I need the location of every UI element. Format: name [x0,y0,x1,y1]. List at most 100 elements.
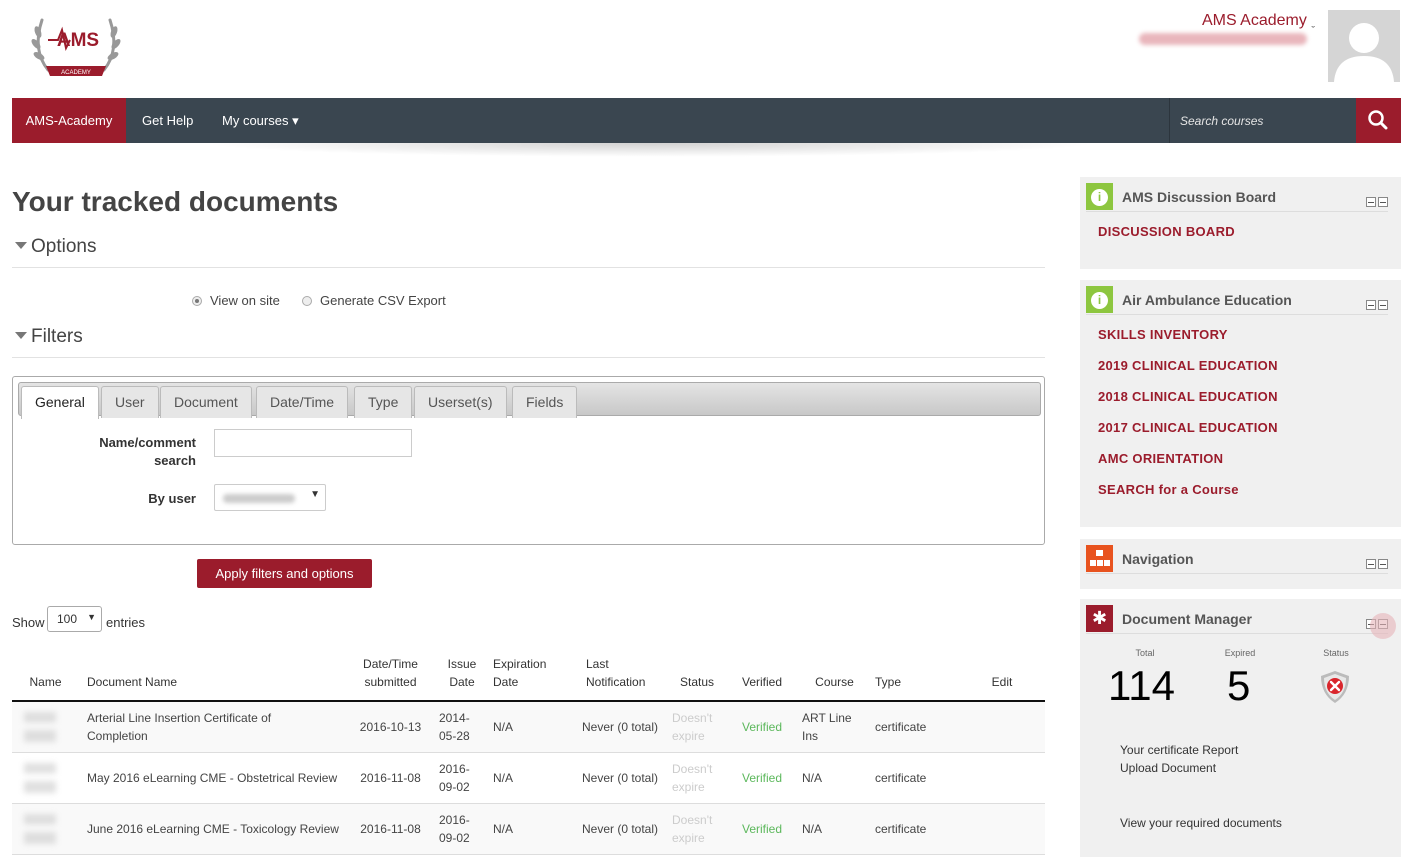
col-submitted-l1: Date/Time [363,657,418,671]
link-search-for-course[interactable]: SEARCH for a Course [1098,482,1239,497]
cell-document-name[interactable]: Arterial Line Insertion Certificate of Co… [79,701,346,753]
col-submitted[interactable]: Date/Time submitted [346,650,435,702]
col-document-name[interactable]: Document Name [79,650,346,702]
by-user-label: By user [148,491,196,506]
col-course[interactable]: Course [798,650,871,702]
tab-user[interactable]: User [101,386,159,418]
minimize-icon[interactable] [1366,300,1376,310]
options-section-toggle[interactable]: Options [12,236,1045,268]
col-issue-date[interactable]: Issue Date [435,650,489,702]
site-name: AMS Academy [1201,12,1307,29]
col-status[interactable]: Status [668,650,726,702]
block-title: Air Ambulance Education [1122,292,1292,308]
selected-user-redacted [223,494,295,503]
col-last-notification[interactable]: Last Notification [572,650,668,702]
radio-button-checked[interactable] [192,296,202,306]
site-name-menu[interactable]: AMS Academy ˬ [1202,12,1315,30]
tab-date-time[interactable]: Date/Time [256,386,349,418]
cell-edit[interactable] [959,752,1045,804]
cell-edit[interactable] [959,701,1045,753]
block-document-manager: ✱ Document Manager Total 114 Expired 5 S… [1080,599,1401,857]
link-required-documents[interactable]: View your required documents [1120,816,1282,830]
by-user-select[interactable]: ▼ [214,484,326,511]
user-avatar[interactable] [1328,10,1400,82]
total-label: Total [1135,648,1155,658]
sitemap-icon [1086,545,1113,572]
col-notif-l2: Notification [586,675,646,689]
nav-brand-link[interactable]: AMS-Academy [12,98,126,143]
select-arrow-icon: ▼ [310,489,320,500]
col-issue-l1: Issue [447,657,477,671]
block-discussion-board: i AMS Discussion Board DISCUSSION BOARD [1080,177,1401,269]
cell-submitted: 2016-10-13 [346,701,435,753]
cell-course: ART Line Ins [798,701,871,753]
block-title: Navigation [1122,551,1194,567]
shield-error-icon [1317,669,1353,705]
cell-issue-date: 2016- 09-02 [435,803,489,855]
status-line2: expire [672,830,705,845]
search-courses-input[interactable] [1170,98,1356,143]
link-amc-orientation[interactable]: AMC ORIENTATION [1098,451,1223,466]
cell-document-name[interactable]: June 2016 eLearning CME - Toxicology Rev… [79,803,346,855]
col-name[interactable]: Name [12,650,79,702]
user-silhouette-icon [1334,23,1394,82]
col-verified[interactable]: Verified [726,650,798,702]
show-label: Show [12,615,45,630]
col-notif-l1: Last [586,657,609,671]
dock-icon[interactable] [1378,300,1388,310]
status-label: Status [1323,648,1349,658]
block-controls[interactable] [1364,298,1388,310]
link-skills-inventory[interactable]: SKILLS INVENTORY [1098,327,1228,342]
total-count: 114 [1108,662,1175,709]
radio-csv-export[interactable]: Generate CSV Export [302,293,446,308]
minimize-icon[interactable] [1366,197,1376,207]
cell-issue-date: 2014- 05-28 [435,701,489,753]
radio-view-label: View on site [210,293,280,308]
radio-view-on-site[interactable]: View on site [192,293,280,308]
dock-icon[interactable] [1378,197,1388,207]
tab-fields[interactable]: Fields [512,386,578,418]
radio-button[interactable] [302,296,312,306]
collapse-triangle-icon [15,241,27,249]
link-certificate-report[interactable]: Your certificate Report [1120,743,1238,757]
nav-my-courses-dropdown[interactable]: My courses ▾ [222,98,299,143]
cell-type: certificate [871,752,959,804]
cell-edit[interactable] [959,803,1045,855]
col-expiration-date[interactable]: Expiration Date [489,650,572,702]
cell-document-name[interactable]: May 2016 eLearning CME - Obstetrical Rev… [79,752,346,804]
cell-verified: Verified [726,803,798,855]
link-discussion-board[interactable]: DISCUSSION BOARD [1098,224,1235,239]
issue-line2: 09-02 [439,830,470,845]
nav-get-help-link[interactable]: Get Help [142,98,193,143]
logo-text: AMS [57,30,99,51]
logo-subtext: ACADEMY [61,70,91,76]
table-row: June 2016 eLearning CME - Toxicology Rev… [12,803,1045,855]
dock-icon[interactable] [1378,559,1388,569]
tracked-documents-table: Name Document Name Date/Time submitted Is… [12,650,1045,855]
name-comment-search-input[interactable] [214,429,412,457]
block-navigation: Navigation [1080,539,1401,589]
tab-usersets[interactable]: Userset(s) [414,386,507,418]
expand-icon[interactable] [1366,559,1376,569]
link-2019-clinical-education[interactable]: 2019 CLINICAL EDUCATION [1098,358,1278,373]
entries-length-select[interactable]: 100 ▼ [47,606,102,632]
col-issue-l2: Date [449,675,475,689]
link-upload-document[interactable]: Upload Document [1120,761,1216,775]
site-logo[interactable]: AMS ACADEMY [28,10,124,84]
search-button[interactable] [1356,98,1401,143]
col-exp-l1: Expiration [493,657,547,671]
link-2018-clinical-education[interactable]: 2018 CLINICAL EDUCATION [1098,389,1278,404]
col-edit[interactable]: Edit [959,650,1045,702]
filters-heading: Filters [31,326,83,347]
filters-section-toggle[interactable]: Filters [12,326,1045,358]
block-controls[interactable] [1364,557,1388,569]
block-controls[interactable] [1364,195,1388,207]
block-header: ✱ Document Manager [1086,605,1388,634]
tab-general[interactable]: General [21,386,99,419]
cell-notification: Never (0 total) [572,803,668,855]
apply-filters-button[interactable]: Apply filters and options [197,559,372,588]
link-2017-clinical-education[interactable]: 2017 CLINICAL EDUCATION [1098,420,1278,435]
tab-type[interactable]: Type [354,386,413,418]
tab-document[interactable]: Document [160,386,252,418]
col-type[interactable]: Type [871,650,959,702]
